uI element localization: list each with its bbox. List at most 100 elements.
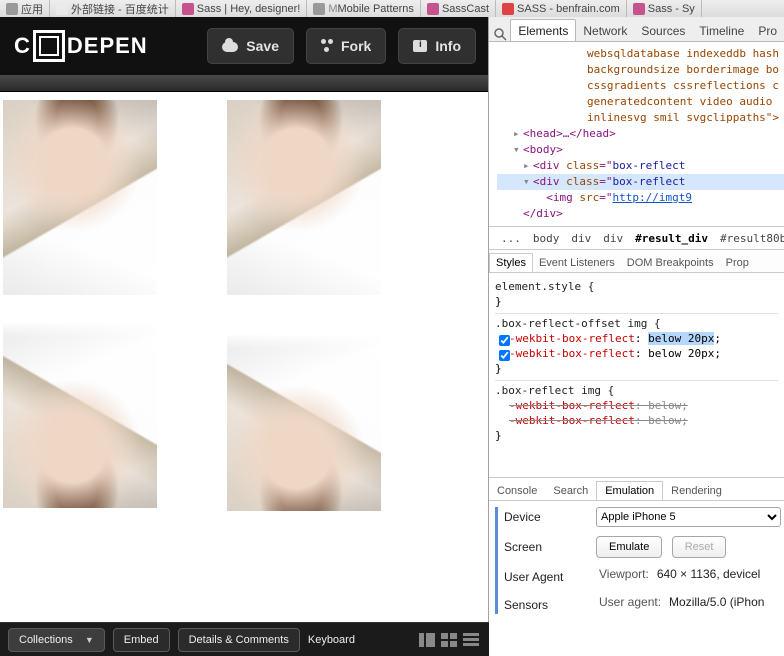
cloud-icon [222, 42, 238, 52]
tab-console[interactable]: Console [489, 482, 545, 500]
property-name: -wekbit-box-reflect [509, 399, 635, 412]
tab-rendering[interactable]: Rendering [663, 482, 730, 500]
browser-tab[interactable]: Sass - Sy [627, 0, 702, 17]
details-comments-button[interactable]: Details & Comments [178, 628, 300, 652]
crumb[interactable]: #result80bc2 [720, 232, 784, 245]
keyboard-button[interactable]: Keyboard [308, 629, 365, 651]
browser-tab[interactable]: 外部链接 - 百度统计 [50, 0, 176, 17]
disclosure-triangle-icon[interactable]: ▾ [523, 174, 533, 190]
user-agent-value: Mozilla/5.0 (iPhon [669, 595, 764, 609]
info-icon [413, 40, 427, 52]
search-icon[interactable] [489, 27, 510, 41]
device-select[interactable]: Apple iPhone 5 [596, 507, 781, 527]
devtools-tab-bar: Elements Network Sources Timeline Pro [489, 17, 784, 42]
breadcrumb: ... body div div #result_div #result80bc… [489, 226, 784, 250]
browser-tab[interactable]: M Mobile Patterns [307, 0, 421, 17]
tab-search[interactable]: Search [545, 482, 596, 500]
reset-button[interactable]: Reset [672, 536, 727, 558]
disclosure-triangle-icon[interactable]: ▸ [523, 158, 533, 174]
style-property-row[interactable]: -wekbit-box-reflect: below; [495, 398, 778, 413]
property-toggle-checkbox[interactable] [499, 350, 510, 361]
button-label: Collections [19, 634, 73, 646]
disclosure-triangle-icon[interactable]: ▾ [513, 142, 523, 158]
browser-tab-label: SASS - benfrain.com [517, 3, 620, 15]
favicon-icon [313, 3, 325, 15]
drawer-tab-bar: Console Search Emulation Rendering [489, 477, 784, 501]
style-rule-selector[interactable]: element.style { [495, 279, 778, 294]
crumb[interactable]: body [533, 232, 560, 245]
viewport-key: Viewport: [599, 567, 649, 581]
property-value-selected[interactable]: below 20px [648, 332, 714, 345]
portrait-image [3, 100, 157, 295]
crumb[interactable]: div [603, 232, 623, 245]
browser-tab[interactable]: SassCast [421, 0, 496, 17]
property-value[interactable]: below 20px [648, 347, 714, 360]
dom-node-head[interactable]: <head>…</head> [523, 127, 616, 140]
dom-attributes-text: websqldatabase indexeddb hash background… [497, 46, 784, 126]
favicon-icon [6, 3, 18, 15]
style-rule-selector[interactable]: .box-reflect img { [495, 383, 778, 398]
img-src-link[interactable]: http://imgt9 [613, 191, 692, 204]
emulate-button[interactable]: Emulate [596, 536, 662, 558]
collections-button[interactable]: Collections ▼ [8, 628, 105, 652]
property-name[interactable]: -wekbit-box-reflect [509, 332, 635, 345]
browser-tab[interactable]: 应用 [0, 0, 50, 17]
save-button[interactable]: Save [207, 28, 294, 64]
emulation-panel: Device Apple iPhone 5 Screen Emulate Res… [489, 501, 784, 623]
property-name: -webkit-box-reflect [509, 414, 635, 427]
tab-dom-breakpoints[interactable]: DOM Breakpoints [621, 254, 720, 272]
button-label: Info [435, 38, 461, 54]
cube-icon [33, 30, 65, 62]
embed-button[interactable]: Embed [113, 628, 170, 652]
browser-tab-strip: 应用 外部链接 - 百度统计 Sass | Hey, designer! M M… [0, 0, 784, 17]
tab-elements[interactable]: Elements [510, 19, 576, 41]
property-toggle-checkbox[interactable] [499, 335, 510, 346]
styles-panel[interactable]: element.style { } .box-reflect-offset im… [489, 273, 784, 451]
button-label: Keyboard [308, 634, 355, 646]
fork-button[interactable]: Fork [306, 28, 386, 64]
result-pane [0, 92, 488, 623]
tab-network[interactable]: Network [576, 20, 634, 41]
style-property-row[interactable]: -webkit-box-reflect: below; [495, 413, 778, 428]
browser-tab[interactable]: Sass | Hey, designer! [176, 0, 308, 17]
favicon-icon [502, 3, 514, 15]
label-sensors: Sensors [504, 598, 596, 612]
button-label: Details & Comments [189, 634, 289, 646]
crumb[interactable]: ... [501, 232, 521, 245]
layout-grid-icon[interactable] [441, 633, 457, 647]
property-name[interactable]: -webkit-box-reflect [509, 347, 635, 360]
tab-profiles[interactable]: Pro [751, 20, 784, 41]
style-property-row[interactable]: -webkit-box-reflect: below 20px; [495, 346, 778, 361]
layout-list-icon[interactable] [463, 633, 479, 647]
style-property-row[interactable]: -wekbit-box-reflect: below 20px; [495, 331, 778, 346]
layout-split-icon[interactable] [419, 633, 435, 647]
button-label: Save [246, 38, 279, 54]
browser-tab-label: 外部链接 - 百度统计 [71, 1, 169, 17]
tab-event-listeners[interactable]: Event Listeners [533, 254, 621, 272]
tab-sources[interactable]: Sources [634, 20, 692, 41]
tab-properties[interactable]: Prop [720, 254, 755, 272]
crumb[interactable]: div [571, 232, 591, 245]
user-agent-key: User agent: [599, 595, 661, 609]
portrait-image [227, 100, 381, 295]
tab-emulation[interactable]: Emulation [596, 481, 663, 500]
dom-node-img[interactable]: <img src="http://imgt9 [497, 190, 784, 206]
dom-node-body[interactable]: <body> [523, 143, 563, 156]
disclosure-triangle-icon[interactable]: ▸ [513, 126, 523, 142]
browser-tab[interactable]: SASS - benfrain.com [496, 0, 627, 17]
style-rule-selector[interactable]: .box-reflect-offset img { [495, 316, 778, 331]
tab-styles[interactable]: Styles [489, 253, 533, 272]
button-label: Embed [124, 634, 159, 646]
fork-icon [321, 39, 333, 53]
caret-down-icon: ▼ [85, 635, 94, 645]
dom-node-selected[interactable]: ▾<div class="box-reflect [497, 174, 784, 190]
crumb-selected[interactable]: #result_div [635, 232, 708, 245]
property-value: below [648, 414, 681, 427]
browser-tab-label: 应用 [21, 1, 43, 17]
dom-tree[interactable]: websqldatabase indexeddb hash background… [489, 42, 784, 226]
info-button[interactable]: Info [398, 28, 476, 64]
tab-timeline[interactable]: Timeline [692, 20, 751, 41]
favicon-icon [56, 3, 68, 15]
codepen-logo[interactable]: CDEPEN [14, 30, 148, 62]
label-screen: Screen [504, 540, 596, 554]
